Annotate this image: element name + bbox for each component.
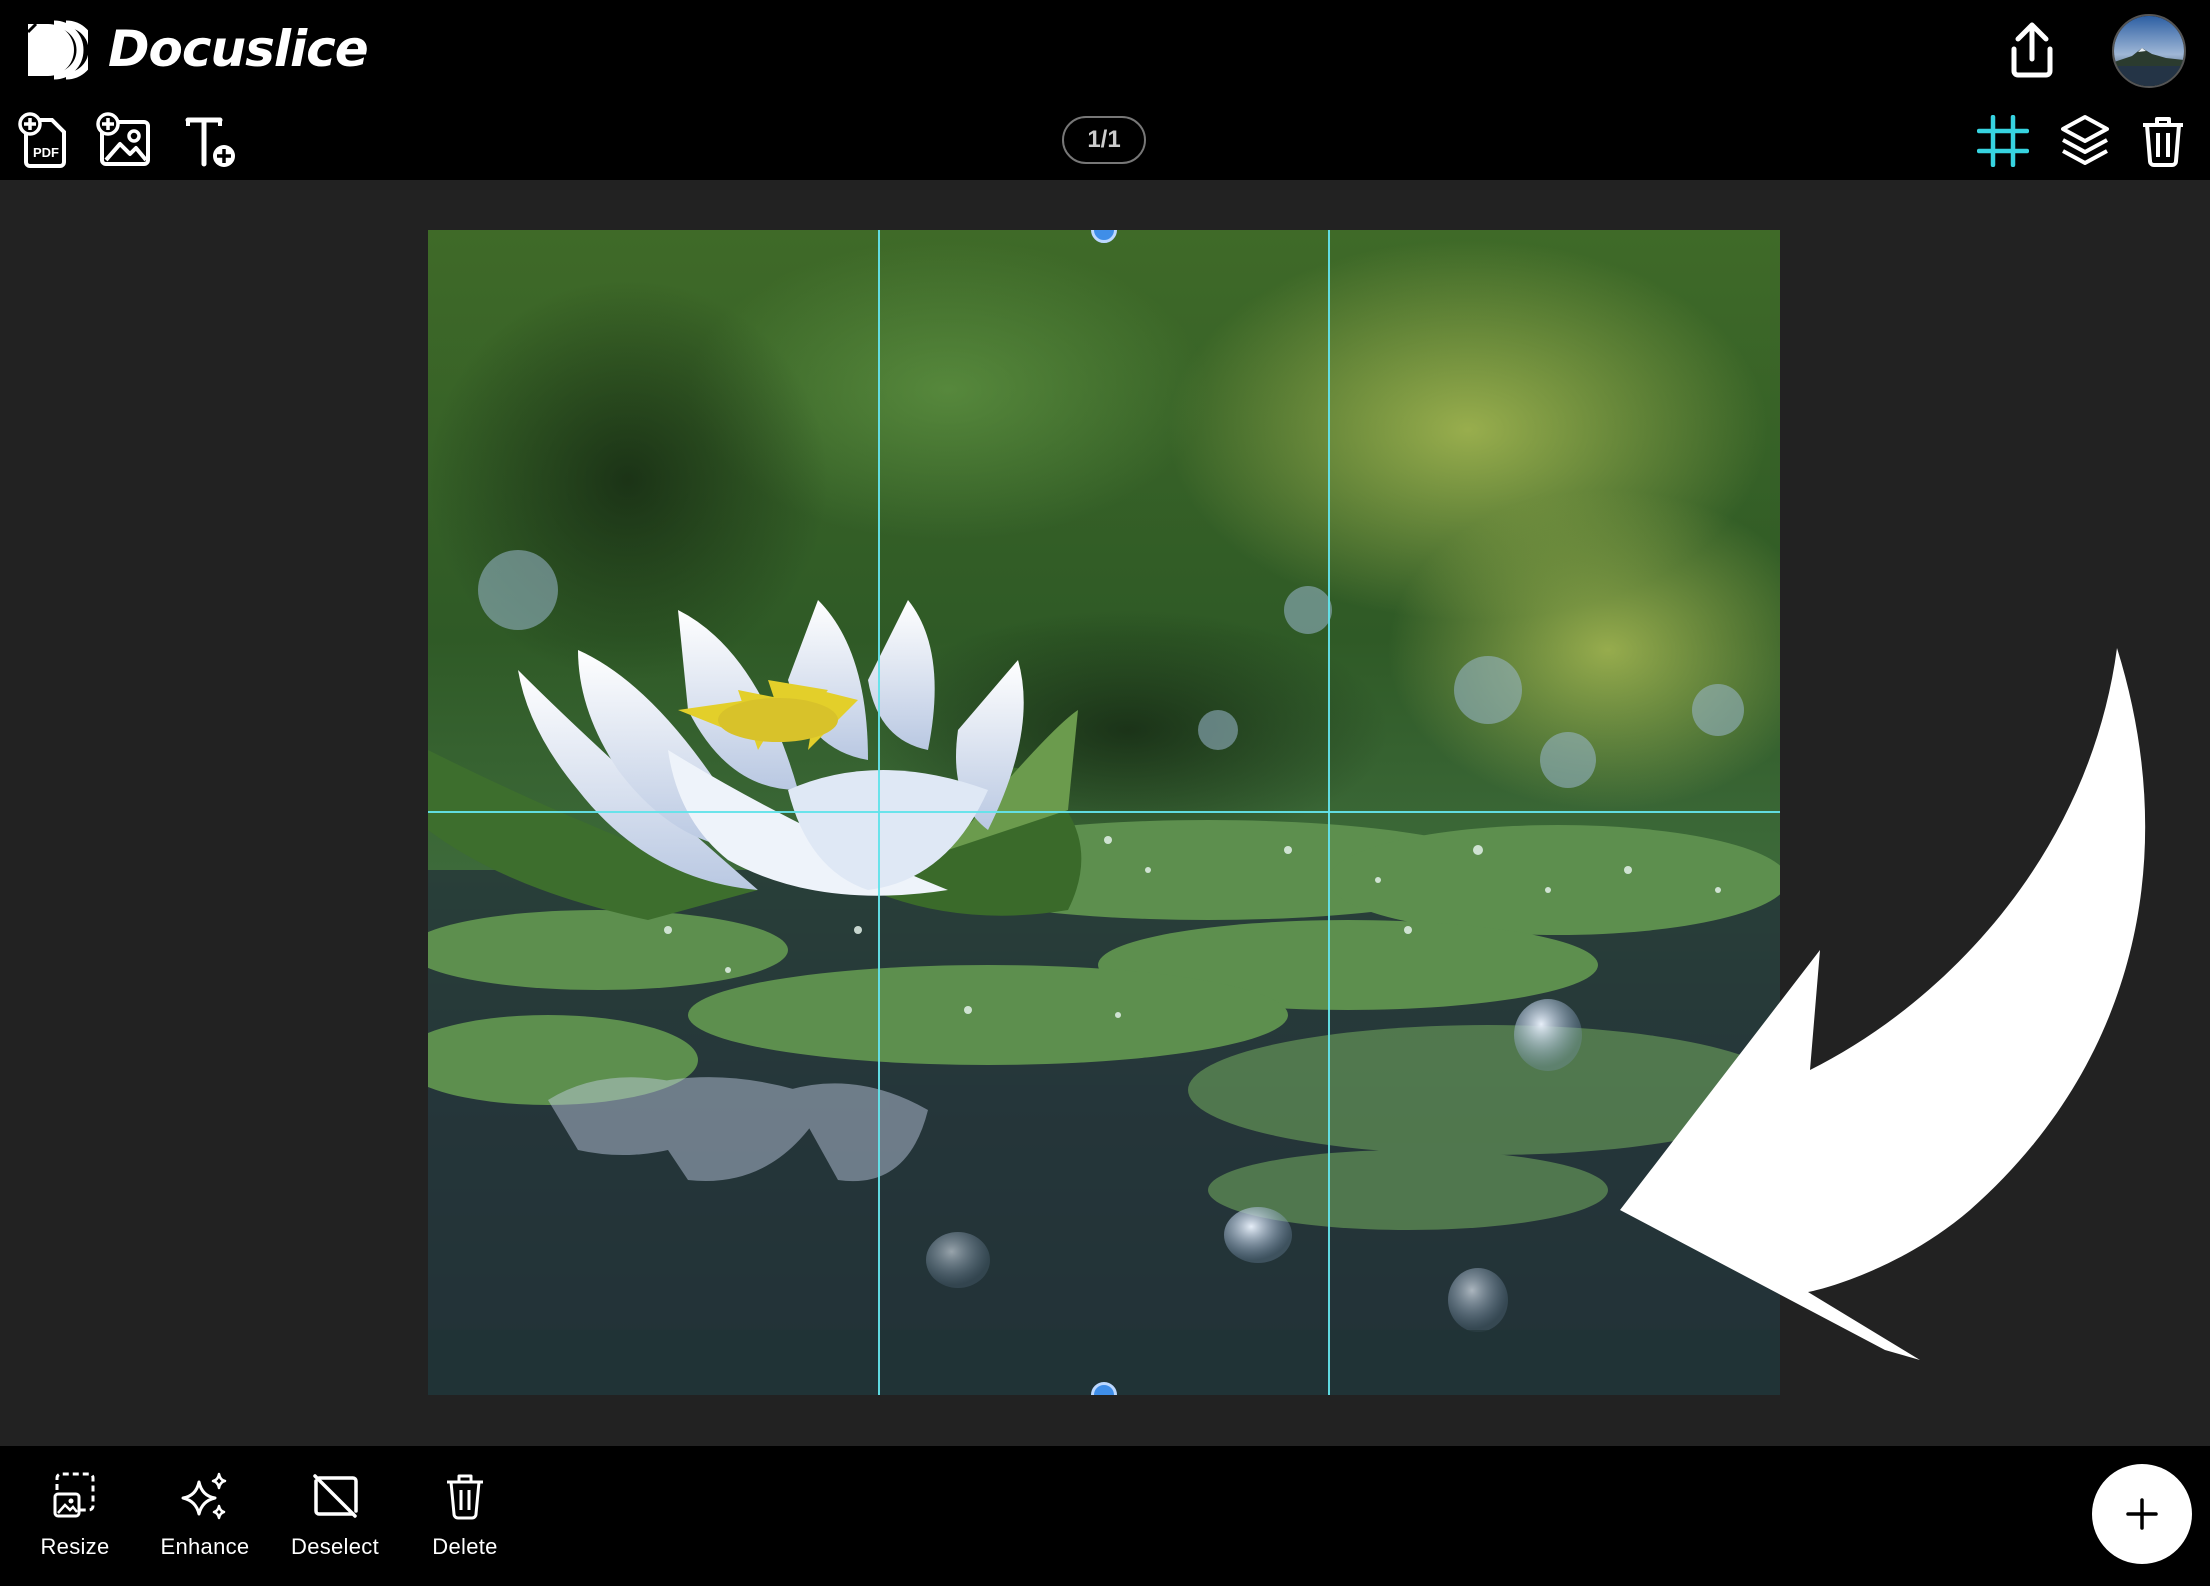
add-fab-button[interactable] xyxy=(2092,1464,2192,1564)
share-button[interactable] xyxy=(2004,18,2060,82)
pdf-badge-text: PDF xyxy=(33,145,59,160)
bottom-action-bar: Resize Enhance Deselect Delete xyxy=(0,1446,2210,1586)
delete-button[interactable]: Delete xyxy=(410,1470,520,1566)
annotation-arrow xyxy=(1620,648,2146,1360)
enhance-button[interactable]: Enhance xyxy=(150,1470,260,1566)
resize-label: Resize xyxy=(40,1534,110,1559)
image-plus-icon xyxy=(96,112,150,166)
plus-icon xyxy=(2126,1498,2158,1530)
trash-icon xyxy=(2143,117,2183,167)
delete-all-button[interactable] xyxy=(2138,112,2188,168)
add-pdf-button[interactable]: PDF xyxy=(18,112,72,170)
grid-toggle-button[interactable] xyxy=(1976,114,2030,168)
editor-canvas[interactable] xyxy=(428,230,1780,1395)
page-indicator: 1/1 xyxy=(1062,116,1146,164)
resize-button[interactable]: Resize xyxy=(20,1470,130,1566)
layers-button[interactable] xyxy=(2058,112,2112,168)
user-avatar[interactable] xyxy=(2112,14,2186,88)
grid-guide-horizontal-1 xyxy=(428,811,1780,813)
deselect-label: Deselect xyxy=(291,1534,379,1559)
resize-icon xyxy=(53,1472,95,1518)
sparkles-icon xyxy=(181,1472,227,1520)
add-text-button[interactable] xyxy=(184,114,238,170)
pdf-plus-icon: PDF xyxy=(18,112,66,168)
grid-icon xyxy=(1977,115,2029,167)
app-name: Docuslice xyxy=(108,20,369,78)
add-image-button[interactable] xyxy=(96,112,154,170)
deselect-button[interactable]: Deselect xyxy=(280,1470,390,1566)
delete-label: Delete xyxy=(432,1534,498,1559)
trash-icon xyxy=(447,1474,483,1520)
avatar-image xyxy=(2114,16,2184,86)
enhance-label: Enhance xyxy=(160,1534,250,1559)
layers-icon xyxy=(2061,115,2109,165)
top-header: Docuslice PDF 1/1 xyxy=(0,0,2210,180)
app-logo[interactable]: Docuslice xyxy=(22,16,369,82)
docuslice-logo-icon xyxy=(26,20,88,80)
share-upload-icon xyxy=(2011,22,2053,78)
deselect-icon xyxy=(313,1474,358,1518)
text-plus-icon xyxy=(185,117,235,167)
